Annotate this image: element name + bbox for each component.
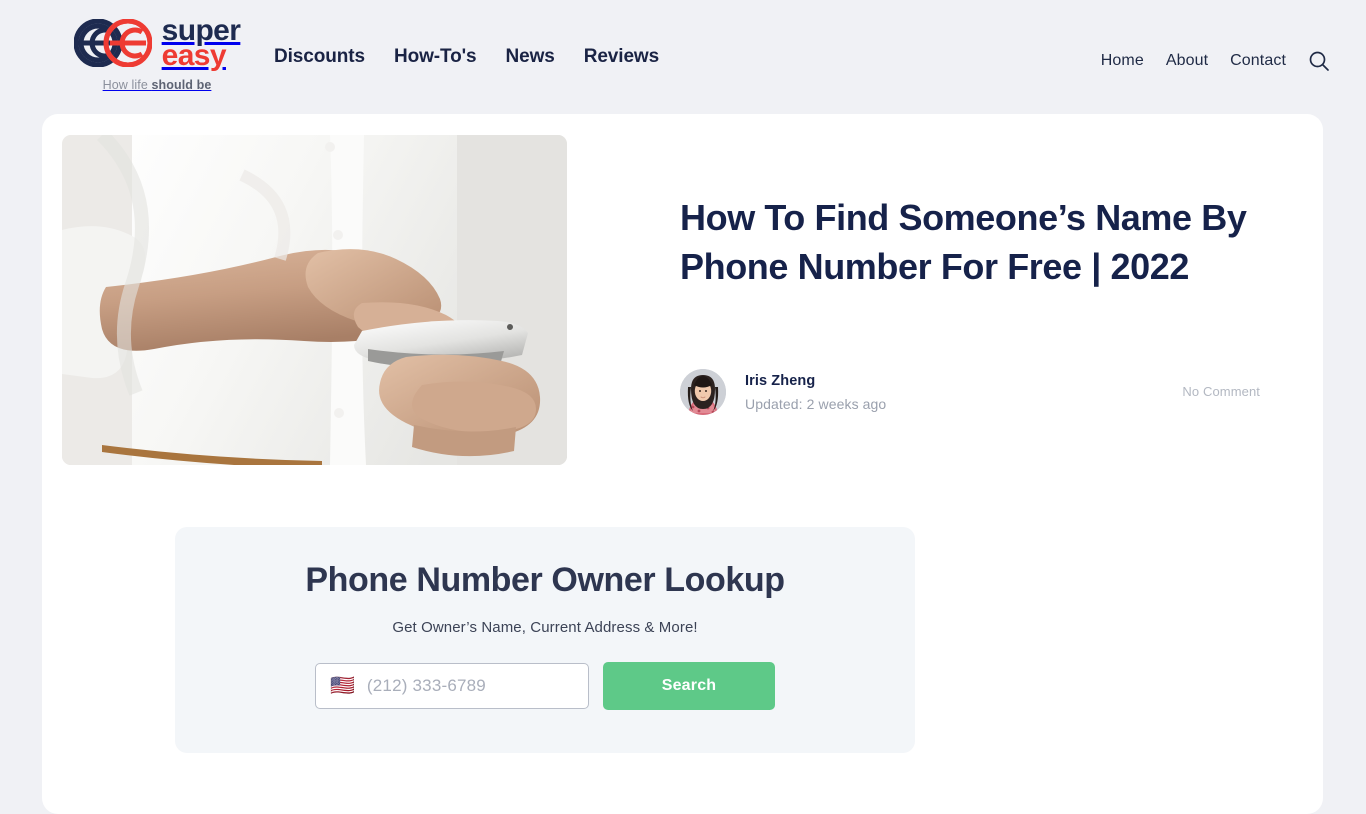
phone-number-input[interactable]: [366, 676, 574, 696]
hero-photo-man-using-smartphone: [62, 135, 567, 465]
brand-wordmark: super easy: [161, 15, 241, 73]
search-icon: [1309, 51, 1329, 71]
brand-logo-link[interactable]: super easy How life should be: [42, 15, 272, 92]
comment-count[interactable]: No Comment: [1182, 384, 1260, 401]
tagline-plain: How life: [102, 78, 152, 93]
lookup-subtitle: Get Owner’s Name, Current Address & More…: [392, 619, 698, 636]
nav-item-discounts[interactable]: Discounts: [274, 46, 365, 68]
nav-item-about[interactable]: About: [1166, 52, 1208, 70]
article-hero-image: [62, 135, 567, 465]
lookup-title: Phone Number Owner Lookup: [305, 561, 785, 599]
article-updated-date: Updated: 2 weeks ago: [745, 395, 887, 412]
nav-item-news[interactable]: News: [505, 46, 554, 68]
nav-item-reviews[interactable]: Reviews: [584, 46, 659, 68]
byline-text-block: Iris Zheng Updated: 2 weeks ago: [745, 373, 886, 412]
article-title: How To Find Someone’s Name By Phone Numb…: [680, 197, 1247, 287]
utility-navigation: Home About Contact: [1101, 48, 1332, 74]
nav-item-how-tos[interactable]: How-To's: [394, 46, 477, 68]
nav-item-contact[interactable]: Contact: [1230, 52, 1286, 70]
avatar-image: [680, 369, 726, 415]
lookup-form: 🇺🇸 Search: [175, 662, 915, 710]
brand-tagline: How life should be: [103, 78, 212, 92]
author-avatar[interactable]: [680, 369, 726, 415]
brand-row: super easy: [73, 15, 241, 73]
site-header: super easy How life should be Discounts …: [0, 0, 1366, 114]
search-toggle-button[interactable]: [1306, 48, 1332, 74]
primary-navigation: Discounts How-To's News Reviews: [274, 46, 659, 68]
us-flag-icon: 🇺🇸: [330, 675, 355, 697]
tagline-bold: should be: [151, 78, 212, 93]
article-card: How To Find Someone’s Name By Phone Numb…: [42, 114, 1323, 814]
double-e-circles-logo-icon: [73, 19, 152, 68]
article-header: How To Find Someone’s Name By Phone Numb…: [680, 194, 1255, 292]
article-byline: Iris Zheng Updated: 2 weeks ago No Comme…: [680, 369, 1260, 415]
lookup-search-button[interactable]: Search: [603, 662, 775, 710]
phone-lookup-widget: Phone Number Owner Lookup Get Owner’s Na…: [175, 527, 915, 753]
nav-item-home[interactable]: Home: [1101, 52, 1144, 70]
author-name[interactable]: Iris Zheng: [745, 373, 886, 389]
phone-input-wrapper[interactable]: 🇺🇸: [315, 663, 589, 709]
wordmark-easy: easy: [161, 39, 227, 73]
